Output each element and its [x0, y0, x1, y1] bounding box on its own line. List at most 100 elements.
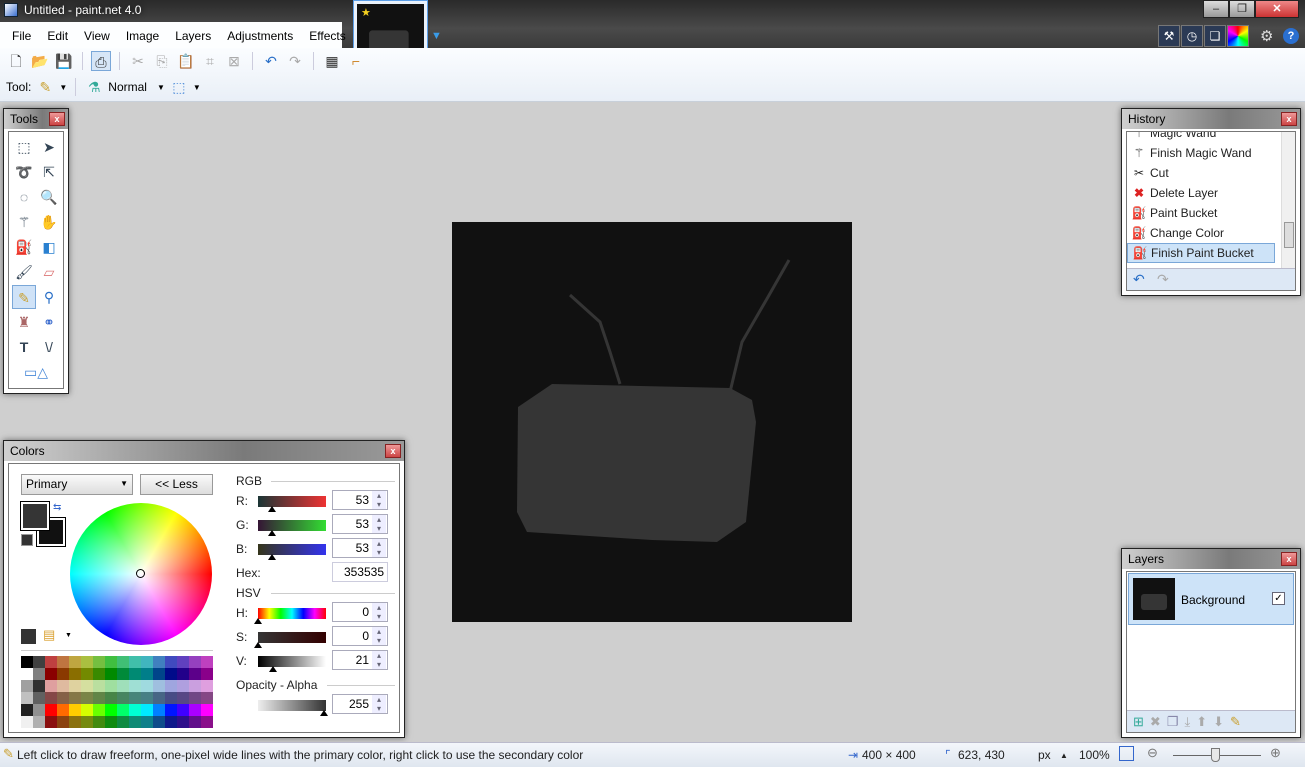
- palette-swatch[interactable]: [189, 704, 201, 716]
- history-scrollbar[interactable]: [1281, 132, 1295, 268]
- palette-swatch[interactable]: [117, 692, 129, 704]
- palette-swatch[interactable]: [81, 716, 93, 728]
- palette-swatch[interactable]: [45, 692, 57, 704]
- palette-swatch[interactable]: [177, 656, 189, 668]
- zoom-to-window-icon[interactable]: [1119, 746, 1134, 761]
- blend-mode-dropdown-icon[interactable]: ▼: [157, 83, 165, 92]
- menu-image[interactable]: Image: [118, 29, 167, 43]
- undo-icon[interactable]: ↶: [261, 51, 281, 71]
- palette-swatch[interactable]: [201, 656, 213, 668]
- palette-swatch[interactable]: [45, 716, 57, 728]
- color-picker-tool-icon[interactable]: ⚲: [37, 285, 61, 309]
- palette-swatch[interactable]: [165, 680, 177, 692]
- palette-swatch[interactable]: [105, 716, 117, 728]
- history-undo-icon[interactable]: ↶: [1133, 271, 1145, 288]
- layers-window-toggle-icon[interactable]: ❏: [1204, 25, 1226, 47]
- palette-swatch[interactable]: [33, 692, 45, 704]
- selection-mode-icon[interactable]: ⬚: [169, 77, 189, 97]
- palette-swatch[interactable]: [153, 668, 165, 680]
- palette-swatch[interactable]: [165, 656, 177, 668]
- hex-input[interactable]: 353535: [332, 562, 388, 582]
- palette-swatch[interactable]: [177, 668, 189, 680]
- palette-swatch[interactable]: [153, 680, 165, 692]
- blend-mode-select[interactable]: Normal: [108, 80, 147, 94]
- color-wheel-marker[interactable]: [136, 569, 145, 578]
- palette-swatch[interactable]: [33, 668, 45, 680]
- help-icon[interactable]: ?: [1283, 28, 1299, 44]
- history-item[interactable]: ⛽ Paint Bucket: [1127, 203, 1295, 223]
- move-layer-up-icon[interactable]: ⬆: [1196, 714, 1207, 729]
- palette-menu-dropdown-icon[interactable]: ▼: [65, 632, 72, 639]
- alpha-input[interactable]: 255: [332, 694, 388, 714]
- layer-item[interactable]: Background ✓: [1128, 573, 1294, 625]
- zoom-tool-icon[interactable]: 🔍: [37, 185, 61, 209]
- palette-swatch[interactable]: [69, 680, 81, 692]
- palette-swatch[interactable]: [69, 692, 81, 704]
- color-mode-select[interactable]: Primary ▼: [21, 474, 133, 495]
- palette-swatch[interactable]: [153, 656, 165, 668]
- palette-swatch[interactable]: [117, 656, 129, 668]
- palette-swatch[interactable]: [45, 656, 57, 668]
- image-list-dropdown-icon[interactable]: ▼: [431, 30, 442, 42]
- palette-swatch[interactable]: [93, 716, 105, 728]
- redo-icon[interactable]: ↷: [285, 51, 305, 71]
- close-button[interactable]: ✕: [1255, 0, 1299, 18]
- palette-swatch[interactable]: [93, 668, 105, 680]
- green-slider[interactable]: [258, 520, 326, 536]
- paintbrush-tool-icon[interactable]: 🖌: [12, 260, 36, 284]
- palette-swatch[interactable]: [33, 704, 45, 716]
- deselect-icon[interactable]: ⊠: [224, 51, 244, 71]
- palette-swatch[interactable]: [129, 692, 141, 704]
- palette-swatch[interactable]: [189, 668, 201, 680]
- copy-icon[interactable]: ⎘: [152, 51, 172, 71]
- palette-swatch[interactable]: [105, 668, 117, 680]
- history-redo-icon[interactable]: ↷: [1157, 271, 1169, 288]
- swap-colors-icon[interactable]: ⇆: [53, 502, 61, 513]
- maximize-button[interactable]: ❐: [1229, 0, 1255, 18]
- cut-icon[interactable]: ✂: [128, 51, 148, 71]
- selection-mode-dropdown-icon[interactable]: ▼: [193, 83, 201, 92]
- palette-swatch[interactable]: [201, 680, 213, 692]
- palette-swatch[interactable]: [57, 716, 69, 728]
- palette-swatch[interactable]: [117, 716, 129, 728]
- palette-swatch[interactable]: [105, 680, 117, 692]
- palette-swatch[interactable]: [57, 692, 69, 704]
- ellipse-select-tool-icon[interactable]: ◌: [12, 185, 36, 209]
- delete-layer-icon[interactable]: ✖: [1150, 714, 1161, 729]
- palette-swatch[interactable]: [177, 692, 189, 704]
- layers-panel-close-button[interactable]: x: [1281, 552, 1297, 566]
- palette-menu-icon[interactable]: ▤: [43, 627, 55, 643]
- palette-swatch[interactable]: [21, 656, 33, 668]
- palette-swatch[interactable]: [33, 716, 45, 728]
- gradient-tool-icon[interactable]: ◧: [37, 235, 61, 259]
- palette-swatch[interactable]: [153, 692, 165, 704]
- palette-swatch[interactable]: [117, 704, 129, 716]
- tool-dropdown-icon[interactable]: ▼: [59, 83, 67, 92]
- print-icon[interactable]: ⎙: [91, 51, 111, 71]
- color-palette[interactable]: [21, 656, 213, 728]
- palette-swatch[interactable]: [93, 704, 105, 716]
- saturation-slider[interactable]: [254, 632, 326, 648]
- move-layer-down-icon[interactable]: ⬇: [1213, 714, 1224, 729]
- history-panel-close-button[interactable]: x: [1281, 112, 1297, 126]
- tools-window-toggle-icon[interactable]: ⚒: [1158, 25, 1180, 47]
- zoom-level[interactable]: 100%: [1079, 748, 1110, 762]
- hue-slider[interactable]: [254, 608, 326, 624]
- lasso-select-tool-icon[interactable]: ➰: [12, 160, 36, 184]
- palette-swatch[interactable]: [165, 716, 177, 728]
- layer-visibility-checkbox[interactable]: ✓: [1272, 592, 1285, 605]
- colors-window-toggle-icon[interactable]: [1227, 25, 1249, 47]
- green-input[interactable]: 53: [332, 514, 388, 534]
- menu-view[interactable]: View: [76, 29, 118, 43]
- palette-swatch[interactable]: [141, 692, 153, 704]
- palette-swatch[interactable]: [105, 656, 117, 668]
- palette-swatch[interactable]: [69, 716, 81, 728]
- paint-bucket-tool-icon[interactable]: ⛽: [12, 235, 36, 259]
- less-button[interactable]: << Less: [140, 474, 213, 495]
- palette-swatch[interactable]: [21, 704, 33, 716]
- alpha-slider[interactable]: [258, 700, 328, 716]
- tools-panel-close-button[interactable]: x: [49, 112, 65, 126]
- palette-swatch[interactable]: [105, 704, 117, 716]
- menu-effects[interactable]: Effects: [301, 29, 353, 43]
- palette-swatch[interactable]: [105, 692, 117, 704]
